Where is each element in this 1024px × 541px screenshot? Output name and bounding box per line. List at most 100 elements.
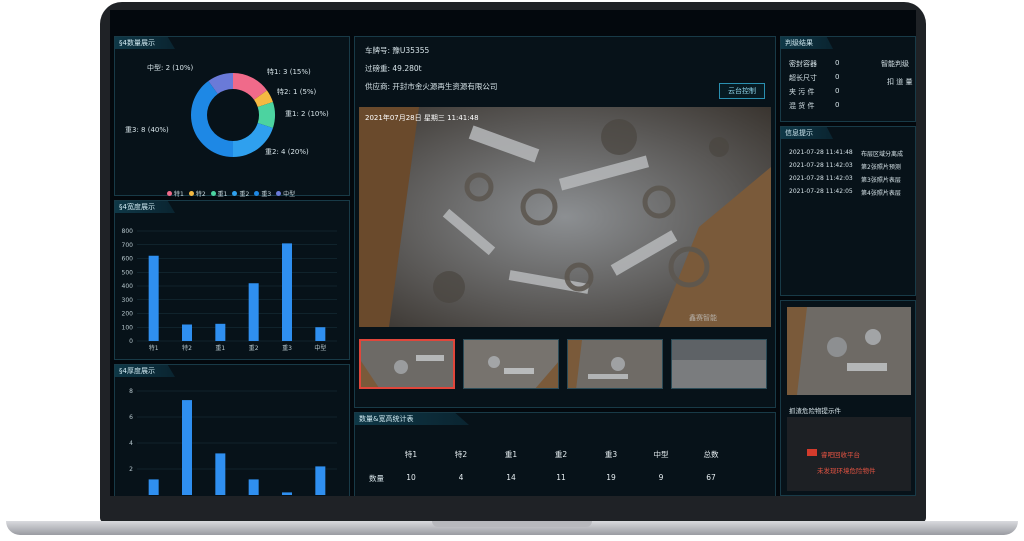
donut-slice-4 <box>191 81 233 157</box>
grading-item-label: 超长尺寸 <box>789 74 817 82</box>
width-chart-ytick-label: 400 <box>122 283 134 290</box>
thickness-chart-bar <box>148 479 159 495</box>
vehicle-panel: 车牌号: 豫U35355 过磅重: 49.280t 供应商: 开封市金火源再生资… <box>354 36 776 408</box>
info-row-time: 2021-07-28 11:42:03 <box>789 175 853 182</box>
thickness-chart-bar <box>182 400 192 495</box>
donut-label-zhong3: 重3: 8 (40%) <box>125 126 169 134</box>
width-chart-ytick-label: 300 <box>122 297 134 304</box>
thickness-panel: §4厚度展示 2468 <box>114 364 350 496</box>
legend-dot-icon <box>167 191 172 196</box>
width-chart-ytick-label: 200 <box>122 311 134 318</box>
width-chart-xtick-label: 重1 <box>215 344 225 352</box>
stats-value-cell: 4 <box>458 473 464 482</box>
thickness-chart-ytick-label: 8 <box>129 388 133 395</box>
scrap-metal-image <box>359 107 771 327</box>
width-chart-ytick-label: 500 <box>122 269 134 276</box>
stats-value-cell: 14 <box>506 473 516 482</box>
thumbnail-4-image <box>672 340 766 388</box>
info-row-message: 第3张照片表层 <box>861 177 901 184</box>
stats-header-cell: 重3 <box>604 450 618 459</box>
legend-dot-icon <box>188 191 194 196</box>
thickness-chart-ytick-label: 2 <box>129 466 133 473</box>
info-row-time: 2021-07-28 11:42:05 <box>789 188 853 195</box>
legend-item: 重3 <box>254 191 271 198</box>
stats-value-cell: 11 <box>556 473 566 482</box>
donut-label-zhongxing: 中型: 2 (10%) <box>147 64 194 72</box>
quantity-panel: §4数量展示 中型: 2 (10%) 特1: 3 (15%) 特2: 1 (5%… <box>114 36 350 198</box>
grading-item-value: 0 <box>835 87 840 95</box>
legend-dot-icon <box>210 191 216 196</box>
alert-status-box: 睿吧回收平台 未发现环境危险物件 <box>787 417 911 491</box>
weight-value: 过磅重: 49.280t <box>365 64 422 73</box>
info-row-time: 2021-07-28 11:42:03 <box>789 162 853 169</box>
info-row-message: 第2张照片预测 <box>861 164 901 171</box>
alert-subtext: 未发现环境危险物件 <box>817 467 876 475</box>
grading-panel: 判级结果 密封容器 0 超长尺寸 0 夹 污 件 0 混 货 件 0 智能判级 扣 道 量 <box>780 36 916 122</box>
grading-item-label: 混 货 件 <box>789 102 815 110</box>
legend-item: 重2 <box>232 191 249 198</box>
legend-dot-icon <box>276 191 282 196</box>
legend-label: 特2 <box>195 191 206 198</box>
width-chart-xtick-label: 特1 <box>149 344 159 352</box>
thumbnail-1[interactable] <box>359 339 455 389</box>
thickness-chart-bar <box>282 492 292 495</box>
grading-side-label-1: 智能判级 <box>881 60 909 68</box>
legend-item: 重1 <box>210 191 228 198</box>
thickness-chart-bar <box>248 479 259 495</box>
legend-label: 重1 <box>217 191 228 198</box>
stats-value-cell: 10 <box>406 473 416 482</box>
grading-item-value: 0 <box>835 59 840 67</box>
width-chart-xtick-label: 中型 <box>314 344 326 352</box>
thickness-chart-bar <box>315 466 326 495</box>
brand-logo-icon <box>807 449 817 456</box>
info-panel: 信息提示 2021-07-28 11:41:48 布层区域分离成 2021-07-2… <box>780 126 916 296</box>
ptz-control-button[interactable]: 云台控制 <box>719 83 765 99</box>
stats-header-cell: 总数 <box>703 450 719 459</box>
width-chart-ytick-label: 800 <box>122 228 134 235</box>
stats-value-cell: 67 <box>706 473 716 482</box>
donut-label-te1: 特1: 3 (15%) <box>267 68 311 76</box>
legend-label: 重2 <box>239 191 250 198</box>
stats-table-title: 数量&宽高统计表 <box>355 413 469 425</box>
donut-label-zhong2: 重2: 4 (20%) <box>265 148 309 156</box>
stats-header-cell: 重1 <box>504 450 518 459</box>
width-chart-ytick-label: 600 <box>122 256 134 263</box>
thumbnail-3[interactable] <box>567 339 663 389</box>
plate-number: 车牌号: 豫U35355 <box>365 46 430 55</box>
width-chart-ytick-label: 700 <box>122 242 134 249</box>
stats-header-cell: 特1 <box>404 450 418 459</box>
legend-label: 中型 <box>283 191 296 198</box>
alert-caption: 抓渣危险物提示件 <box>789 407 841 415</box>
width-chart-xtick-label: 重2 <box>249 344 259 352</box>
donut-label-zhong1: 重1: 2 (10%) <box>285 110 329 118</box>
thickness-chart-ytick-label: 6 <box>129 414 133 421</box>
grading-panel-title: 判级结果 <box>781 37 833 49</box>
grading-item-label: 夹 污 件 <box>789 88 815 96</box>
thumbnail-4[interactable] <box>671 339 767 389</box>
width-chart-bar <box>315 327 326 341</box>
thumbnail-2[interactable] <box>463 339 559 389</box>
thumbnail-1-image <box>361 341 453 387</box>
supplier-name: 供应商: 开封市金火源再生资源有限公司 <box>365 82 498 91</box>
width-bar-chart: 0 100 200 300 400 500 600 700 800 特1 特2 重1 重2 重3 中型 <box>122 228 337 352</box>
stats-header-cell: 特2 <box>454 450 468 459</box>
width-chart-bar <box>182 324 192 341</box>
width-chart-ytick-label: 100 <box>122 324 134 331</box>
info-row-message: 第4张照片表层 <box>861 190 901 197</box>
grading-item-label: 密封容器 <box>789 60 817 68</box>
thumbnail-3-image <box>568 340 662 388</box>
alert-image <box>787 307 911 395</box>
width-chart-xtick-label: 重3 <box>282 344 292 352</box>
width-chart-xtick-label: 特2 <box>182 344 192 352</box>
alert-panel: 抓渣危险物提示件 睿吧回收平台 未发现环境危险物件 <box>780 300 916 496</box>
video-watermark: 鑫赛智能 <box>689 314 717 322</box>
thickness-chart-bar <box>215 453 226 495</box>
legend-dot-icon <box>232 191 238 196</box>
thumbnail-2-image <box>464 340 558 388</box>
info-row-message: 布层区域分离成 <box>861 151 904 158</box>
camera-video-feed[interactable]: 2021年07月28日 星期三 11:41:48 鑫赛智能 <box>359 107 771 327</box>
width-panel: §4宽度展示 0 100 200 300 400 500 600 700 800 特1 特2 重1 重2… <box>114 200 350 360</box>
legend-label: 特1 <box>174 191 184 198</box>
width-chart-ytick-label: 0 <box>129 338 133 345</box>
thickness-chart-ytick-label: 4 <box>129 440 133 447</box>
